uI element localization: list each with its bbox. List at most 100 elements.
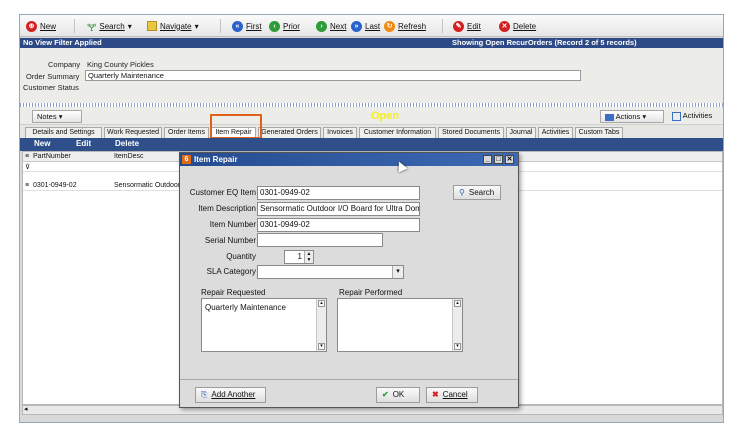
item-description-field[interactable]: Sensormatic Outdoor I/O Board for Ultra … xyxy=(257,202,420,216)
tab-stored-documents[interactable]: Stored Documents xyxy=(438,127,504,138)
cancel-button[interactable]: ✖ Cancel xyxy=(426,387,478,403)
chevron-down-icon: ▾ xyxy=(58,112,63,121)
sla-category-select[interactable]: ▾ xyxy=(257,265,404,279)
company-value: King County Pickles xyxy=(87,60,154,69)
edit-button[interactable]: ✎ Edit xyxy=(453,19,481,33)
search-icon: ⚲ xyxy=(459,187,465,197)
eq-item-label: Customer EQ Item xyxy=(189,188,256,197)
activities-icon xyxy=(672,111,681,121)
quantity-stepper[interactable]: 1 ▲ ▼ xyxy=(284,250,314,264)
tab-generated-orders[interactable]: Generated Orders xyxy=(258,127,321,138)
actions-icon xyxy=(605,113,614,121)
scroll-left-icon[interactable]: ◂ xyxy=(24,406,28,414)
table-cell: 0301-0949-02 xyxy=(33,182,77,189)
grid-new-button[interactable]: New xyxy=(34,139,50,148)
scroll-up-icon[interactable]: ▴ xyxy=(454,300,461,307)
item-repair-dialog: 6 Item Repair _ □ ✕ Customer EQ Item 030… xyxy=(179,152,519,408)
filter-icon: ⊽ xyxy=(25,164,31,171)
sla-category-label: SLA Category xyxy=(206,267,256,276)
tab-details-and-settings[interactable]: Details and Settings xyxy=(25,127,102,138)
chevron-down-icon: ▾ xyxy=(127,21,132,31)
new-button[interactable]: ⊕ New xyxy=(26,19,56,33)
tab-customer-information[interactable]: Customer Information xyxy=(359,127,436,138)
edit-icon: ✎ xyxy=(453,20,464,32)
order-summary-field[interactable]: Quarterly Maintenance xyxy=(85,70,581,81)
add-document-icon: ⎘ xyxy=(201,390,208,399)
refresh-icon: ↻ xyxy=(384,20,395,32)
tab-order-items[interactable]: Order Items xyxy=(164,127,209,138)
textarea-scrollbar[interactable]: ▴ ▾ xyxy=(316,299,326,351)
binoculars-icon: 🝖 xyxy=(87,22,97,34)
last-button[interactable]: » Last xyxy=(351,19,380,33)
checkmark-icon: ✔ xyxy=(382,390,389,399)
main-toolbar: ⊕ New 🝖 Search ▾ Navigate ▾ «First ‹ Prior › N… xyxy=(20,15,723,37)
navigate-icon xyxy=(147,21,157,31)
tab-strip: Details and Settings Work Requested Orde… xyxy=(20,125,723,138)
first-button[interactable]: «First xyxy=(232,19,262,33)
eq-item-field[interactable]: 0301-0949-02 xyxy=(257,186,420,200)
cancel-x-icon: ✖ xyxy=(432,390,439,399)
repair-performed-label: Repair Performed xyxy=(339,288,403,297)
notes-bar: Notes ▾ Open Actions ▾ Activities xyxy=(20,107,723,125)
spin-icon[interactable]: ▲ ▼ xyxy=(304,251,313,263)
grid-action-bar: New Edit Delete xyxy=(20,138,723,151)
chevron-down-icon: ▾ xyxy=(642,112,647,121)
delete-icon: ✕ xyxy=(499,20,510,32)
maximize-icon[interactable]: □ xyxy=(494,155,503,164)
notes-button[interactable]: Notes ▾ xyxy=(32,110,82,123)
new-icon: ⊕ xyxy=(26,20,37,32)
actions-button[interactable]: Actions ▾ xyxy=(600,110,664,123)
column-header-itemdesc[interactable]: ItemDesc xyxy=(114,152,144,162)
column-header-partnumber[interactable]: PartNumber xyxy=(33,152,71,162)
prior-icon: ‹ xyxy=(269,20,280,32)
serial-number-label: Serial Number xyxy=(204,236,256,245)
search-button[interactable]: 🝖 Search ▾ xyxy=(87,19,132,34)
tab-work-requested[interactable]: Work Requested xyxy=(104,127,162,138)
toolbar-separator xyxy=(442,19,443,33)
toolbar-separator xyxy=(74,19,75,33)
scroll-down-icon[interactable]: ▾ xyxy=(318,343,325,350)
order-header-form: Company King County Pickles Order Summar… xyxy=(20,48,723,103)
tab-invoices[interactable]: Invoices xyxy=(323,127,357,138)
navigate-button[interactable]: Navigate ▾ xyxy=(147,19,199,33)
item-repair-tab-highlight xyxy=(210,114,262,139)
record-status-text: Showing Open RecurOrders (Record 2 of 5 … xyxy=(452,38,637,47)
repair-requested-textarea[interactable]: Quarterly Maintenance ▴ ▾ xyxy=(201,298,327,352)
scroll-up-icon[interactable]: ▴ xyxy=(318,300,325,307)
item-description-label: Item Description xyxy=(198,204,256,213)
ok-button[interactable]: ✔ OK xyxy=(376,387,420,403)
tab-custom-tabs[interactable]: Custom Tabs xyxy=(575,127,623,138)
table-cell: Sensormatic Outdoor xyxy=(114,182,181,189)
company-label: Company xyxy=(48,60,81,69)
item-number-field[interactable]: 0301-0949-02 xyxy=(257,218,420,232)
minimize-icon[interactable]: _ xyxy=(483,155,492,164)
delete-button[interactable]: ✕ Delete xyxy=(499,19,536,33)
chevron-down-icon: ▾ xyxy=(194,21,199,31)
row-marker-icon: ≡ xyxy=(25,182,30,189)
filter-status-text: No View Filter Applied xyxy=(23,38,102,47)
close-icon[interactable]: ✕ xyxy=(505,155,514,164)
app-icon: 6 xyxy=(182,155,191,164)
next-button[interactable]: › Next xyxy=(316,19,346,33)
repair-performed-textarea[interactable]: ▴ ▾ xyxy=(337,298,463,352)
chevron-down-icon[interactable]: ▾ xyxy=(392,266,403,278)
grid-delete-button[interactable]: Delete xyxy=(115,139,139,148)
tab-journal[interactable]: Journal xyxy=(506,127,536,138)
scroll-down-icon[interactable]: ▾ xyxy=(454,343,461,350)
repair-requested-label: Repair Requested xyxy=(201,288,266,297)
serial-number-field[interactable] xyxy=(257,233,383,247)
add-another-button[interactable]: ⎘ Add Another xyxy=(195,387,266,403)
toolbar-separator xyxy=(220,19,221,33)
customer-status-label: Customer Status xyxy=(23,83,79,92)
item-number-label: Item Number xyxy=(209,220,256,229)
grid-row-indicator-icon: ≡ xyxy=(25,153,30,160)
search-button[interactable]: ⚲ Search xyxy=(453,185,501,200)
tab-activities[interactable]: Activities xyxy=(538,127,573,138)
grid-edit-button[interactable]: Edit xyxy=(76,139,91,148)
dialog-divider xyxy=(180,379,518,380)
prior-button[interactable]: ‹ Prior xyxy=(269,19,300,33)
textarea-scrollbar[interactable]: ▴ ▾ xyxy=(452,299,462,351)
dialog-titlebar[interactable]: 6 Item Repair _ □ ✕ xyxy=(180,153,518,166)
activities-button[interactable]: Activities xyxy=(668,110,720,123)
refresh-button[interactable]: ↻ Refresh xyxy=(384,19,426,33)
